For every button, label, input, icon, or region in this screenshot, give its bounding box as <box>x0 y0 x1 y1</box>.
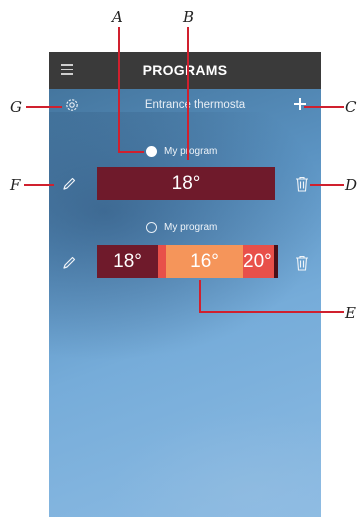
annotation-letter-b: B <box>183 8 195 26</box>
settings-gear-icon[interactable] <box>64 97 80 113</box>
annotation-line-e <box>199 280 201 312</box>
annotation-letter-c: C <box>345 98 357 116</box>
segment-divider <box>158 245 166 278</box>
delete-trash-icon[interactable] <box>295 176 309 192</box>
temperature-segment: 18° <box>171 172 201 194</box>
program-radio-unselected[interactable] <box>146 222 157 233</box>
annotation-letter-f: F <box>10 176 21 194</box>
edit-pencil-icon[interactable] <box>61 176 77 192</box>
add-program-icon[interactable] <box>293 97 307 111</box>
annotation-line-c <box>304 106 344 108</box>
annotation-letter-e: E <box>345 304 356 322</box>
program-temperature-bar[interactable]: 18° 16° 20° <box>97 245 278 278</box>
device-name: Entrance thermosta <box>144 99 246 111</box>
program-temperature-bar[interactable]: 18° <box>97 167 275 200</box>
annotation-line-d <box>310 184 344 186</box>
app-screen: PROGRAMS Entrance thermosta My program 1… <box>49 52 321 517</box>
annotation-line-a <box>118 151 144 153</box>
temperature-segment: 16° <box>166 245 243 278</box>
page-title: PROGRAMS <box>142 62 228 78</box>
annotation-line-b <box>187 27 189 160</box>
annotation-letter-a: A <box>112 8 123 26</box>
program-name: My program <box>164 222 218 233</box>
edit-pencil-icon[interactable] <box>61 255 77 271</box>
annotation-line-g <box>26 106 62 108</box>
delete-trash-icon[interactable] <box>295 255 309 271</box>
annotation-line-a <box>118 27 120 152</box>
segment-divider <box>274 245 278 278</box>
temperature-segment: 18° <box>97 245 158 278</box>
annotation-letter-g: G <box>10 98 22 116</box>
annotation-line-f <box>24 184 54 186</box>
program-radio-selected[interactable] <box>146 146 157 157</box>
annotation-line-e <box>199 311 344 313</box>
temperature-segment: 20° <box>243 245 274 278</box>
annotation-letter-d: D <box>345 176 358 194</box>
program-name: My program <box>164 146 218 157</box>
top-bar: PROGRAMS <box>49 52 321 89</box>
